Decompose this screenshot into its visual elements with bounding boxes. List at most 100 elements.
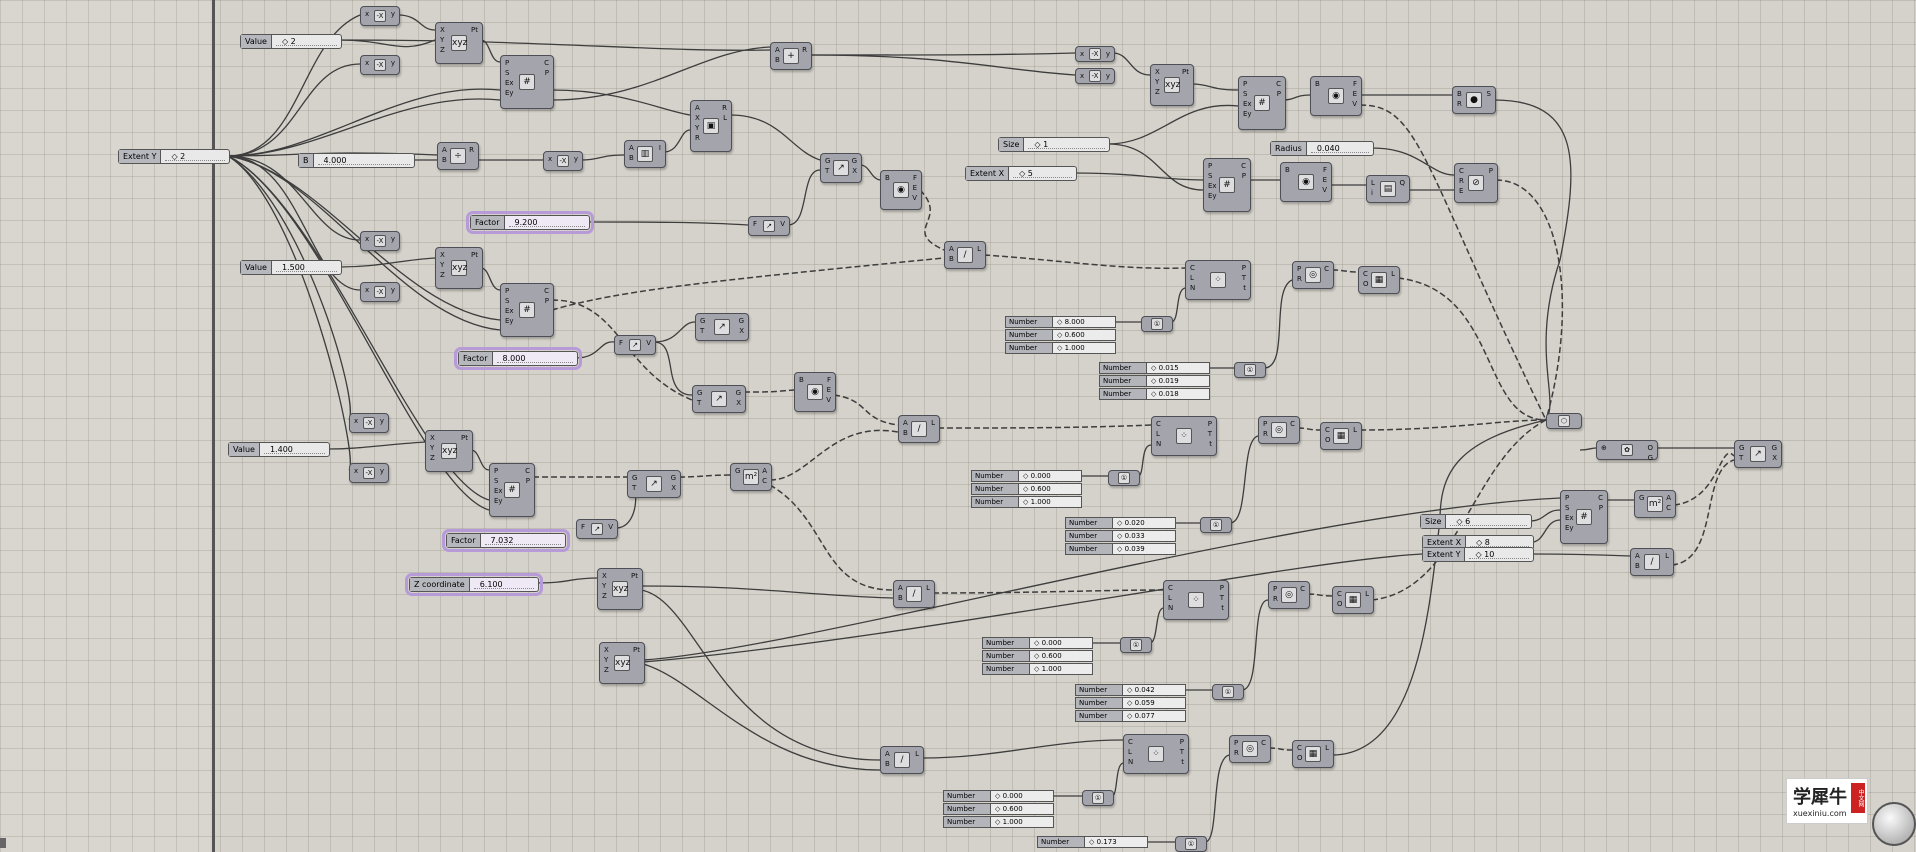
component-merge-5[interactable]: ① (1120, 637, 1152, 653)
number-param[interactable]: Number ◇ 0.059 (1075, 697, 1186, 709)
output-param[interactable]: E (912, 184, 917, 192)
input-param[interactable]: C (1337, 590, 1343, 598)
input-param[interactable]: P (505, 59, 514, 67)
input-param[interactable]: C (1325, 426, 1331, 434)
output-param[interactable]: G (739, 317, 744, 325)
input-param[interactable]: P (1297, 265, 1302, 273)
number-param[interactable]: Number ◇ 1.000 (982, 663, 1093, 675)
number-value[interactable]: ◇ 0.000 (1019, 470, 1082, 482)
slider-size-6[interactable]: Size ◇ 6 (1420, 514, 1532, 529)
input-param[interactable]: C (1363, 270, 1369, 278)
input-param[interactable]: R (1234, 749, 1239, 757)
input-param[interactable]: B (885, 174, 890, 182)
component-pipe-1[interactable]: C R E ⊘ P (1454, 163, 1498, 203)
slider-factor-8[interactable]: Factor 8.000 (454, 347, 582, 370)
number-param[interactable]: Number ◇ 0.000 (971, 470, 1082, 482)
number-value[interactable]: ◇ 0.018 (1147, 388, 1210, 400)
output-param[interactable]: G (671, 474, 676, 482)
output-param[interactable]: O (1647, 444, 1653, 452)
input-param[interactable]: P (1263, 420, 1268, 428)
output-param[interactable]: t (1208, 440, 1212, 448)
input-param[interactable]: x (365, 286, 369, 294)
input-param[interactable]: R (1273, 595, 1278, 603)
output-param[interactable]: P (1241, 172, 1246, 180)
input-param[interactable]: N (1128, 758, 1133, 766)
output-param[interactable]: C (1666, 504, 1671, 512)
slider-value[interactable]: ◇ 6 (1450, 517, 1527, 526)
output-param[interactable]: P (1208, 420, 1212, 428)
output-param[interactable]: C (1261, 739, 1266, 747)
input-param[interactable]: S (505, 69, 514, 77)
component-move-3[interactable]: G T ↗ G X (692, 385, 746, 413)
component-vector-1[interactable]: F ↗ V (748, 216, 790, 236)
number-param[interactable]: Number ◇ 0.018 (1099, 388, 1210, 400)
input-param[interactable]: Ex (1565, 514, 1574, 522)
input-param[interactable]: A (903, 419, 908, 427)
component-deconstruct-brep-4[interactable]: B ◉ F E V (1280, 162, 1332, 202)
input-param[interactable]: B (775, 56, 780, 64)
input-param[interactable]: Z (430, 454, 435, 462)
output-param[interactable]: t (1242, 284, 1246, 292)
component-divide-curve-4[interactable]: C L N ⁘ P Tt (1123, 734, 1189, 774)
input-param[interactable]: Ey (505, 317, 514, 325)
input-param[interactable]: Ey (1243, 110, 1252, 118)
output-param[interactable]: I (659, 144, 661, 152)
number-param[interactable]: Number ◇ 0.600 (971, 483, 1082, 495)
input-param[interactable]: P (505, 287, 514, 295)
input-param[interactable]: B (1457, 90, 1462, 98)
component-construct-point-6[interactable]: X Y Zxyz Pt (1150, 64, 1194, 106)
slider-value[interactable]: 7.032 (484, 536, 561, 545)
output-param[interactable]: V (912, 194, 917, 202)
component-move-4[interactable]: G T ↗ G X (627, 470, 681, 498)
slider-value[interactable]: ◇ 10 (1469, 550, 1529, 559)
output-param[interactable]: X (736, 399, 741, 407)
input-param[interactable]: B (442, 156, 447, 164)
input-param[interactable]: G (735, 467, 740, 475)
component-merge-7[interactable]: ① (1082, 790, 1114, 806)
input-param[interactable]: Ey (494, 497, 503, 505)
input-param[interactable]: O (1337, 600, 1343, 608)
component-merge-2[interactable]: ① (1234, 362, 1266, 378)
component-move-2[interactable]: G T ↗ G X (695, 313, 749, 341)
input-param[interactable]: C (1156, 420, 1161, 428)
component-negate-7[interactable]: x -X y (349, 463, 389, 483)
output-param[interactable]: C (544, 287, 549, 295)
input-param[interactable]: A (775, 46, 780, 54)
input-param[interactable]: X (440, 251, 445, 259)
output-param[interactable]: L (915, 750, 919, 758)
input-param[interactable]: ⊕ (1601, 444, 1607, 452)
input-param[interactable]: G (632, 474, 637, 482)
input-param[interactable]: Ex (505, 79, 514, 87)
input-param[interactable]: P (1273, 585, 1278, 593)
input-param[interactable]: T (825, 167, 830, 175)
input-param[interactable]: Ey (505, 89, 514, 97)
slider-radius[interactable]: Radius 0.040 (1270, 141, 1374, 156)
output-param[interactable]: E (1322, 176, 1327, 184)
input-param[interactable]: F (619, 339, 623, 347)
component-sphere-1[interactable]: B R ● S (1452, 86, 1496, 114)
output-param[interactable]: F (826, 376, 831, 384)
component-line-5[interactable]: A B / L (1630, 548, 1674, 576)
input-param[interactable]: A (898, 584, 903, 592)
output-param[interactable]: P (1242, 264, 1246, 272)
output-param[interactable]: G (1647, 454, 1653, 462)
output-param[interactable]: P (544, 297, 549, 305)
number-param[interactable]: Number ◇ 0.019 (1099, 375, 1210, 387)
number-param[interactable]: Number ◇ 0.000 (943, 790, 1054, 802)
component-division-1[interactable]: A B ÷ R (437, 142, 479, 170)
input-param[interactable]: B (1635, 562, 1640, 570)
output-param[interactable]: L (977, 245, 981, 253)
input-param[interactable]: N (1190, 284, 1195, 292)
component-gate-1[interactable]: A X Y R ▣ R L (690, 100, 732, 152)
number-value[interactable]: ◇ 1.000 (1019, 496, 1082, 508)
input-param[interactable]: R (1297, 275, 1302, 283)
input-param[interactable]: S (1565, 504, 1574, 512)
input-param[interactable]: A (1635, 552, 1640, 560)
output-param[interactable]: G (1772, 444, 1777, 452)
component-bounds-1[interactable]: A B ▥ I (624, 140, 666, 168)
input-param[interactable]: Ex (505, 307, 514, 315)
output-param[interactable]: Pt (631, 572, 638, 580)
input-param[interactable]: L (1128, 748, 1133, 756)
number-param[interactable]: Number ◇ 1.000 (1005, 342, 1116, 354)
slider-value[interactable]: ◇ 1 (1028, 140, 1105, 149)
